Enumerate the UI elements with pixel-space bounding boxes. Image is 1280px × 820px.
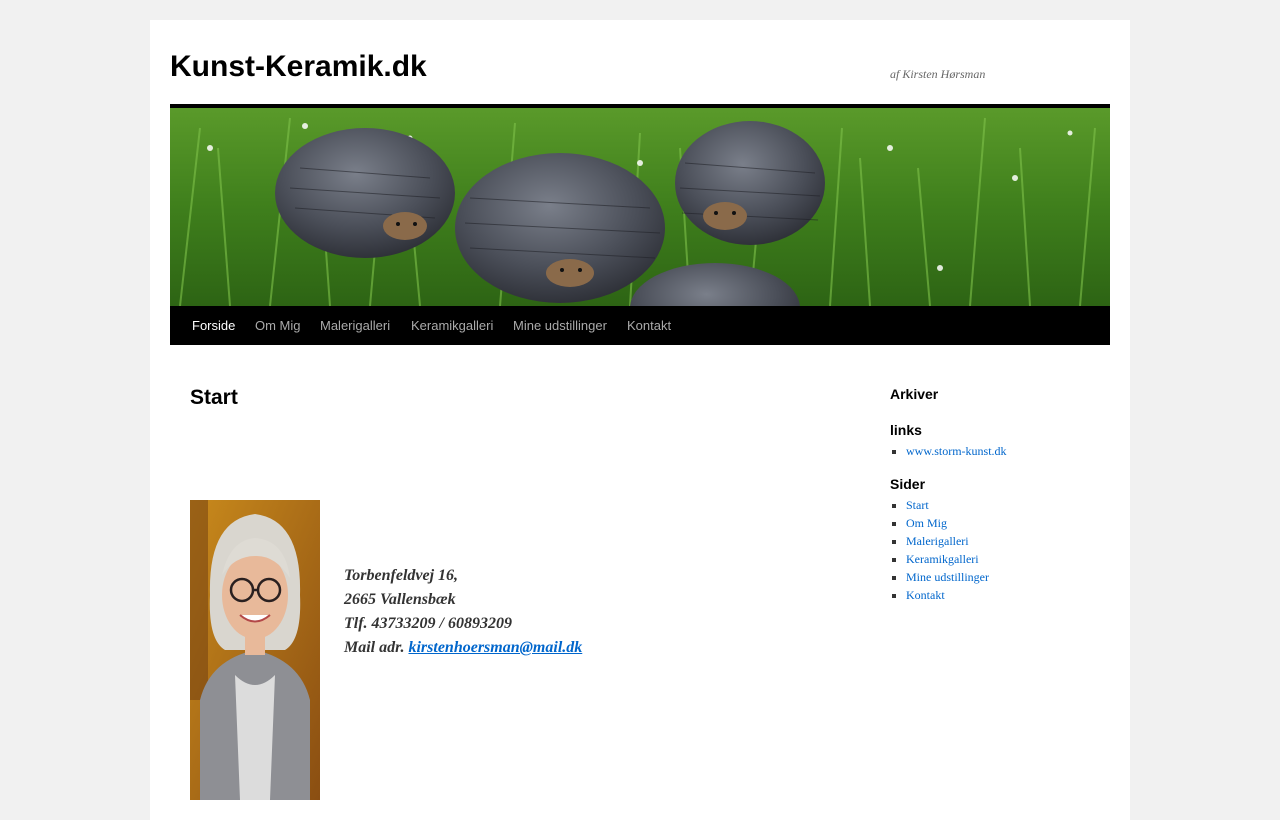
links-list: www.storm-kunst.dk bbox=[890, 442, 1110, 460]
address-city: 2665 Vallensbæk bbox=[344, 591, 456, 608]
list-item: Kontakt bbox=[906, 586, 1110, 604]
page-title: Start bbox=[190, 386, 238, 409]
main-navigation: Forside Om Mig Malerigalleri Keramikgall… bbox=[170, 306, 1110, 345]
page-link-malerigalleri[interactable]: Malerigalleri bbox=[906, 534, 969, 548]
nav-item-forside[interactable]: Forside bbox=[192, 306, 235, 345]
page-link-mine-udstillinger[interactable]: Mine udstillinger bbox=[906, 570, 989, 584]
page-link-start[interactable]: Start bbox=[906, 498, 929, 512]
site-description: af Kirsten Hørsman bbox=[890, 67, 986, 81]
links-title: links bbox=[890, 422, 922, 438]
links-widget: links www.storm-kunst.dk bbox=[890, 422, 1110, 460]
mail-link[interactable]: kirstenhoersman@mail.dk bbox=[408, 639, 582, 656]
list-item: Malerigalleri bbox=[906, 532, 1110, 550]
page-link-kontakt[interactable]: Kontakt bbox=[906, 588, 945, 602]
list-item: www.storm-kunst.dk bbox=[906, 442, 1110, 460]
mail-label: Mail adr. bbox=[344, 639, 409, 656]
nav-item-malerigalleri[interactable]: Malerigalleri bbox=[320, 306, 390, 345]
nav-item-keramikgalleri[interactable]: Keramikgalleri bbox=[411, 306, 493, 345]
page-link-keramikgalleri[interactable]: Keramikgalleri bbox=[906, 552, 979, 566]
address-street: Torbenfeldvej 16, bbox=[344, 567, 459, 584]
link-storm-kunst[interactable]: www.storm-kunst.dk bbox=[906, 444, 1007, 458]
contact-address: Torbenfeldvej 16, 2665 Vallensbæk Tlf. 4… bbox=[344, 564, 582, 660]
address-mail: Mail adr. kirstenhoersman@mail.dk bbox=[344, 636, 582, 660]
list-item: Om Mig bbox=[906, 514, 1110, 532]
nav-item-kontakt[interactable]: Kontakt bbox=[627, 306, 671, 345]
pages-title: Sider bbox=[890, 476, 926, 492]
site-title[interactable]: Kunst-Keramik.dk bbox=[170, 50, 427, 84]
archives-widget: Arkiver bbox=[890, 386, 1110, 402]
list-item: Mine udstillinger bbox=[906, 568, 1110, 586]
page-link-om-mig[interactable]: Om Mig bbox=[906, 516, 947, 530]
nav-item-mine-udstillinger[interactable]: Mine udstillinger bbox=[513, 306, 607, 345]
portrait-photo bbox=[190, 500, 320, 800]
page-wrapper: Kunst-Keramik.dk af Kirsten Hørsman Fors… bbox=[150, 20, 1130, 820]
list-item: Keramikgalleri bbox=[906, 550, 1110, 568]
address-phone: Tlf. 43733209 / 60893209 bbox=[344, 615, 512, 632]
pages-widget: Sider Start Om Mig Malerigalleri Keramik… bbox=[890, 476, 1110, 604]
archives-title: Arkiver bbox=[890, 386, 939, 402]
list-item: Start bbox=[906, 496, 1110, 514]
header-banner-image bbox=[170, 108, 1110, 306]
pages-list: Start Om Mig Malerigalleri Keramikgaller… bbox=[890, 496, 1110, 604]
nav-item-om-mig[interactable]: Om Mig bbox=[255, 306, 301, 345]
